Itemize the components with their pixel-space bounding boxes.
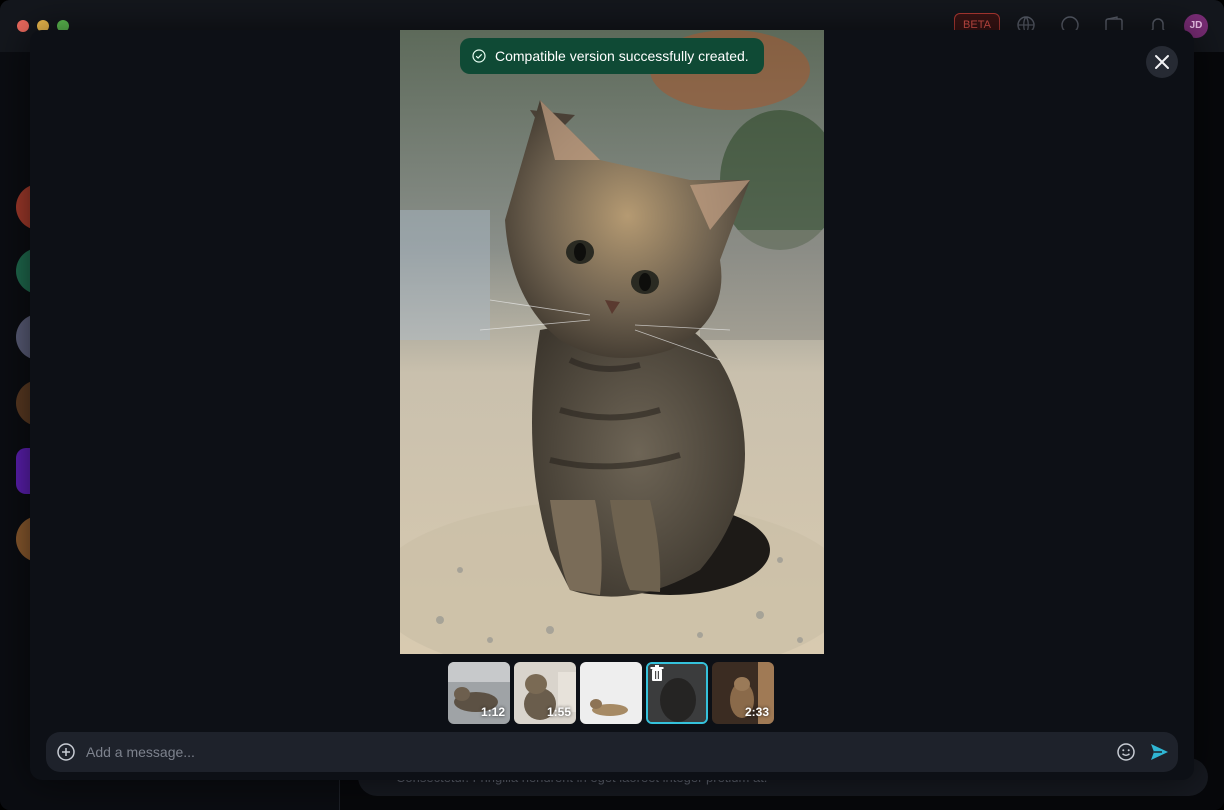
media-thumbnail[interactable]: 1:12 xyxy=(448,662,510,724)
plus-circle-icon[interactable] xyxy=(56,742,76,762)
smiley-icon[interactable] xyxy=(1116,742,1136,762)
media-thumbnail-strip: 1:12 1:55 2:33 xyxy=(448,662,774,724)
media-thumbnail[interactable] xyxy=(580,662,642,724)
message-input[interactable] xyxy=(86,732,1106,772)
close-icon xyxy=(1155,55,1169,69)
photo-thumbnail-image xyxy=(580,662,642,724)
message-composer xyxy=(46,732,1178,772)
kitten-photo xyxy=(400,30,824,654)
media-thumbnail[interactable]: 1:55 xyxy=(514,662,576,724)
close-button[interactable] xyxy=(1146,46,1178,78)
send-icon[interactable] xyxy=(1148,741,1170,763)
media-preview-modal: Compatible version successfully created.… xyxy=(30,30,1194,780)
video-duration: 1:55 xyxy=(546,705,571,719)
success-toast: Compatible version successfully created. xyxy=(460,38,764,74)
media-thumbnail[interactable]: 2:33 xyxy=(712,662,774,724)
media-thumbnail-selected[interactable] xyxy=(646,662,708,724)
delete-overlay[interactable] xyxy=(648,664,706,722)
video-duration: 2:33 xyxy=(744,705,769,719)
close-window-button[interactable] xyxy=(17,20,29,32)
trash-icon[interactable] xyxy=(648,664,666,682)
check-circle-icon xyxy=(472,49,486,63)
toast-message: Compatible version successfully created. xyxy=(495,48,749,64)
video-duration: 1:12 xyxy=(480,705,505,719)
media-preview xyxy=(400,30,824,654)
